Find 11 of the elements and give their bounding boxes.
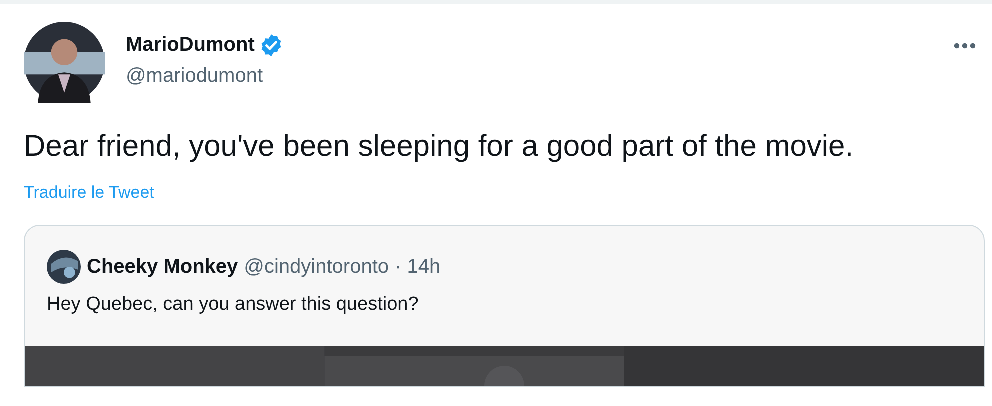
tweet-text: Dear friend, you've been sleeping for a good part of the movie. [24, 129, 855, 165]
quoted-tweet-card[interactable]: Cheeky Monkey @cindyintoronto · 14h Hey Quebec, can you answer this question? [24, 225, 985, 387]
author-name[interactable]: MarioDumont [126, 32, 255, 58]
quoted-time: · 14h [395, 256, 441, 278]
quoted-tweet-text: Hey Quebec, can you answer this question? [47, 294, 420, 316]
avatar[interactable] [47, 250, 81, 284]
quoted-author-handle: @cindyintoronto [244, 256, 389, 278]
avatar[interactable] [24, 22, 105, 103]
quoted-author-name: Cheeky Monkey [87, 256, 238, 278]
author-handle[interactable]: @mariodumont [126, 63, 284, 89]
more-icon[interactable] [953, 42, 977, 50]
